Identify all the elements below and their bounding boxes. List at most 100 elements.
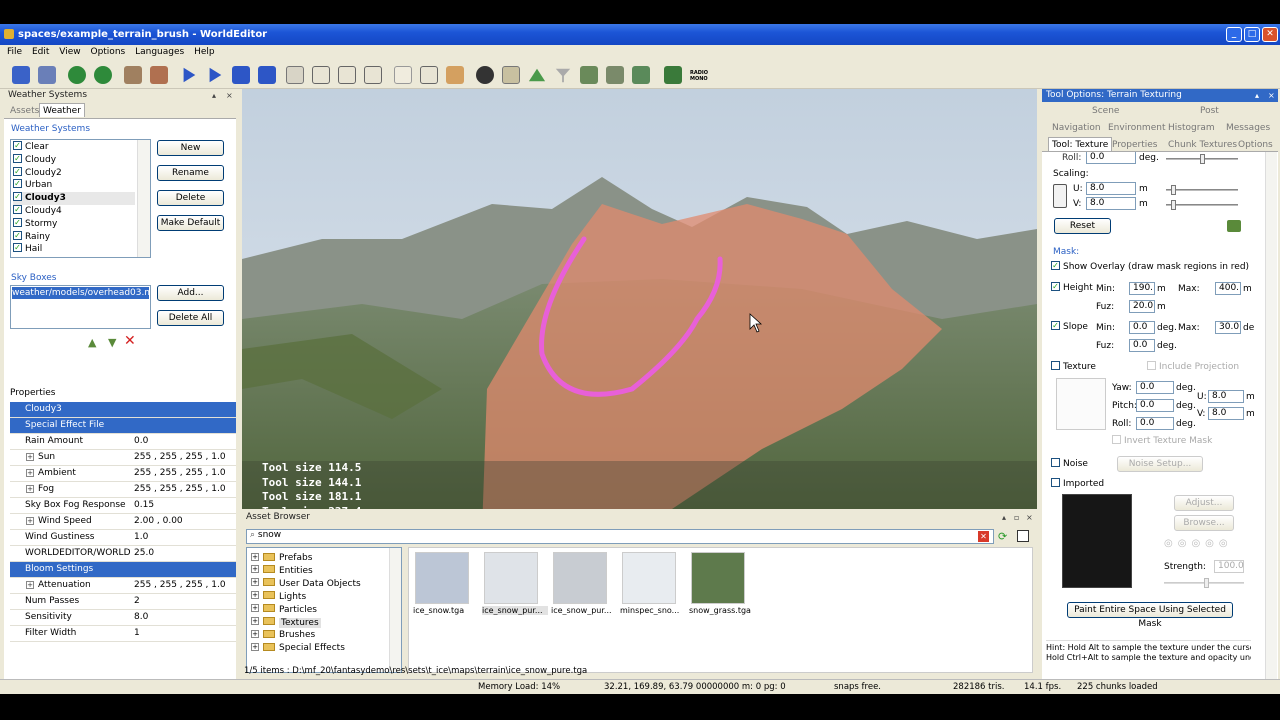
- property-row[interactable]: WORLDEDITOR/WORLD 25.0: [10, 546, 236, 562]
- rename-weather-button[interactable]: Rename: [157, 165, 224, 181]
- property-row[interactable]: + Wind Speed 2.00 , 0.00: [10, 514, 236, 530]
- property-value[interactable]: 255 , 255 , 255 , 1.0: [134, 466, 226, 481]
- checkbox-icon[interactable]: ✓: [13, 205, 22, 214]
- tab-environment[interactable]: Environment: [1108, 121, 1165, 135]
- save-all-icon[interactable]: [38, 66, 56, 84]
- property-value[interactable]: 0.15: [134, 498, 154, 513]
- texture-filename[interactable]: ice_snow_pur...: [482, 606, 548, 615]
- terrain-icon[interactable]: [124, 66, 142, 84]
- trees-icon[interactable]: [606, 66, 624, 84]
- checkbox-icon[interactable]: ✓: [13, 166, 22, 176]
- pin-icon[interactable]: ▴: [1002, 511, 1006, 524]
- plants-icon[interactable]: [664, 66, 682, 84]
- panel-close-icon[interactable]: ×: [1026, 511, 1033, 524]
- weather-list-item[interactable]: ✓ Cloudy4: [13, 205, 135, 218]
- menu-edit[interactable]: Edit: [32, 47, 49, 57]
- texture-u-field[interactable]: 8.0: [1208, 390, 1244, 403]
- tab-weather[interactable]: Weather: [39, 103, 85, 117]
- checkbox-icon[interactable]: ✓: [13, 230, 22, 240]
- slope-fuz-field[interactable]: 0.0: [1129, 339, 1155, 352]
- maximize-button[interactable]: □: [1244, 27, 1260, 42]
- terrain-viewport[interactable]: Tool size 114.5 Tool size 144.1 Tool siz…: [242, 89, 1037, 531]
- tab-histogram[interactable]: Histogram: [1168, 121, 1215, 135]
- asset-tree-scrollbar[interactable]: [389, 548, 401, 672]
- strength-slider[interactable]: [1164, 578, 1244, 588]
- tab-tool-texture[interactable]: Tool: Texture: [1048, 137, 1113, 151]
- expand-icon[interactable]: +: [26, 453, 34, 461]
- play-step-icon[interactable]: [209, 67, 222, 83]
- imported-checkbox[interactable]: Imported: [1051, 478, 1104, 489]
- house-icon[interactable]: [446, 66, 464, 84]
- remove-icon[interactable]: ✕: [124, 333, 136, 349]
- tab-post[interactable]: Post: [1200, 104, 1219, 118]
- texture-thumbnail[interactable]: [553, 552, 607, 604]
- property-row[interactable]: Wind Gustiness 1.0: [10, 530, 236, 546]
- texture-filename[interactable]: snow_grass.tga: [689, 606, 755, 615]
- property-row[interactable]: + Fog 255 , 255 , 255 , 1.0: [10, 482, 236, 498]
- eraser-icon[interactable]: [394, 66, 412, 84]
- texture-v-field[interactable]: 8.0: [1208, 407, 1244, 420]
- property-value[interactable]: 255 , 255 , 255 , 1.0: [134, 482, 226, 497]
- property-row[interactable]: + Attenuation 255 , 255 , 255 , 1.0: [10, 578, 236, 594]
- property-row[interactable]: Bloom Settings: [10, 562, 236, 578]
- property-row[interactable]: Special Effect File: [10, 418, 236, 434]
- expand-icon[interactable]: +: [251, 629, 259, 638]
- weather-list-item[interactable]: ✓ Cloudy3: [13, 192, 135, 206]
- texture-thumbnail[interactable]: [622, 552, 676, 604]
- property-row[interactable]: + Ambient 255 , 255 , 255 , 1.0: [10, 466, 236, 482]
- play-end-icon[interactable]: [258, 66, 276, 84]
- weather-list-item[interactable]: ✓ Stormy: [13, 217, 135, 231]
- expand-icon[interactable]: +: [251, 565, 259, 574]
- weather-list-item[interactable]: ✓ Cloudy: [13, 153, 135, 167]
- figure-icon[interactable]: [150, 66, 168, 84]
- forest-icon[interactable]: [632, 66, 650, 84]
- noise-checkbox[interactable]: Noise: [1051, 458, 1088, 469]
- mask-channel-icons[interactable]: ◎◎◎◎◎: [1164, 538, 1233, 549]
- scissors-icon[interactable]: [580, 66, 598, 84]
- terrain-filter-icon[interactable]: [364, 66, 382, 84]
- property-row[interactable]: + Sun 255 , 255 , 255 , 1.0: [10, 450, 236, 466]
- adjust-button[interactable]: Adjust...: [1174, 495, 1234, 511]
- property-value[interactable]: 255 , 255 , 255 , 1.0: [134, 450, 226, 465]
- property-value[interactable]: 2: [134, 594, 140, 609]
- menu-languages[interactable]: Languages: [135, 47, 184, 57]
- browse-button[interactable]: Browse...: [1174, 515, 1234, 531]
- eyedropper-icon[interactable]: [1227, 220, 1241, 232]
- tab-scene[interactable]: Scene: [1092, 104, 1119, 118]
- new-weather-button[interactable]: New: [157, 140, 224, 156]
- checkbox-icon[interactable]: ✓: [13, 153, 22, 163]
- paint-entire-space-button[interactable]: Paint Entire Space Using Selected Mask: [1067, 602, 1233, 629]
- minimize-button[interactable]: _: [1226, 27, 1242, 42]
- height-min-field[interactable]: 190.: [1129, 282, 1155, 295]
- slider-thumb[interactable]: [1171, 185, 1176, 195]
- menu-file[interactable]: File: [7, 47, 22, 57]
- expand-icon[interactable]: +: [26, 581, 34, 589]
- roll-slider[interactable]: [1166, 154, 1238, 164]
- height-fuz-field[interactable]: 20.0: [1129, 300, 1155, 313]
- slope-min-field[interactable]: 0.0: [1129, 321, 1155, 334]
- checkbox-icon[interactable]: ✓: [13, 243, 22, 253]
- panel-close-icon[interactable]: ×: [1268, 89, 1275, 102]
- checkbox-icon[interactable]: ✓: [13, 192, 22, 202]
- property-value[interactable]: 0.0: [134, 434, 148, 449]
- redo-icon[interactable]: [94, 66, 112, 84]
- property-value[interactable]: 8.0: [134, 610, 148, 625]
- make-default-button[interactable]: Make Default: [157, 215, 224, 231]
- checkbox-icon[interactable]: ✓: [13, 179, 22, 189]
- property-value[interactable]: 255 , 255 , 255 , 1.0: [134, 578, 226, 593]
- property-row[interactable]: Rain Amount 0.0: [10, 434, 236, 450]
- play-icon[interactable]: [183, 67, 196, 83]
- roll-field[interactable]: 0.0: [1086, 152, 1136, 164]
- tree-folder[interactable]: + Particles: [251, 604, 317, 616]
- weather-list-item[interactable]: ✓ Hail: [13, 243, 135, 256]
- expand-icon[interactable]: +: [251, 617, 259, 625]
- select-icon[interactable]: [502, 66, 520, 84]
- pin-icon[interactable]: ▴: [1255, 89, 1259, 102]
- property-value[interactable]: 1.0: [134, 530, 148, 545]
- move-up-icon[interactable]: ▲: [88, 336, 96, 349]
- move-down-icon[interactable]: ▼: [108, 336, 116, 349]
- sphere-icon[interactable]: [476, 66, 494, 84]
- height-max-field[interactable]: 400.: [1215, 282, 1241, 295]
- layout-icon[interactable]: [1017, 530, 1029, 542]
- checkbox-icon[interactable]: ✓: [13, 141, 22, 150]
